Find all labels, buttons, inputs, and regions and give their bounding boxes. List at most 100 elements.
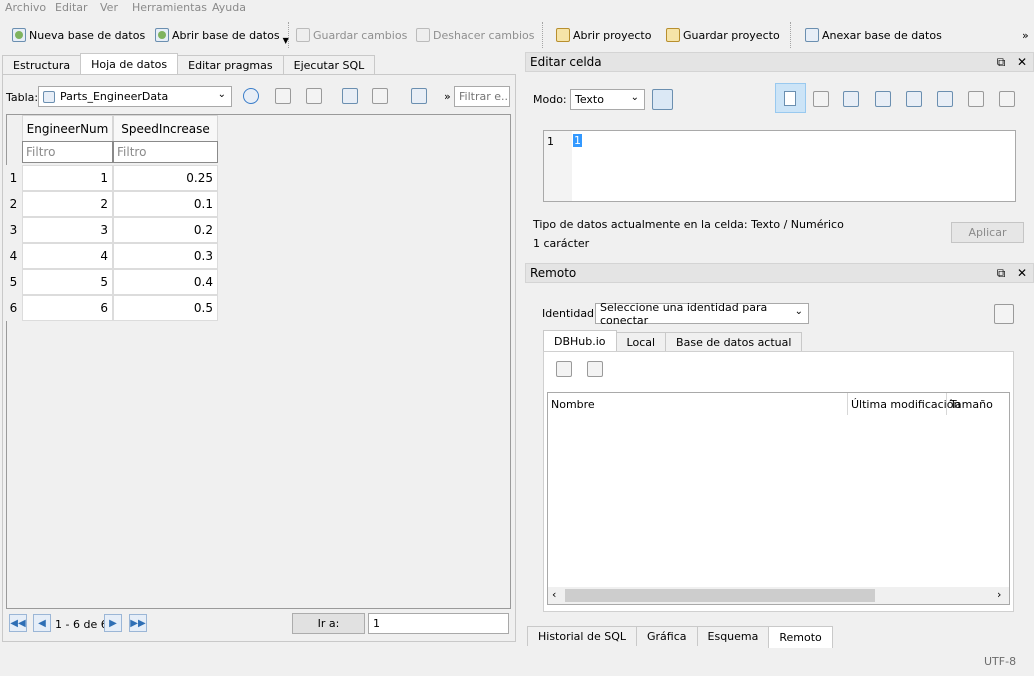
- word-wrap-toggle[interactable]: [775, 83, 806, 113]
- table-label: Tabla:: [6, 91, 39, 104]
- tab-grafica[interactable]: Gráfica: [636, 626, 698, 646]
- table-cell[interactable]: 0.25: [113, 165, 218, 191]
- column-header-engineernum[interactable]: EngineerNum: [22, 115, 113, 142]
- goto-button[interactable]: Ir a:: [292, 613, 365, 634]
- tab-editar-pragmas[interactable]: Editar pragmas: [177, 55, 284, 75]
- set-as-null-icon[interactable]: [968, 91, 984, 107]
- refresh-icon[interactable]: [243, 88, 259, 104]
- table-cell[interactable]: 2: [22, 191, 113, 217]
- close-icon[interactable]: ✕: [1015, 266, 1029, 280]
- clear-sort-icon[interactable]: [306, 88, 322, 104]
- print-icon[interactable]: [999, 91, 1015, 107]
- set-null-icon[interactable]: [906, 91, 922, 107]
- table-cell[interactable]: 5: [22, 269, 113, 295]
- filter-overflow[interactable]: »: [444, 90, 451, 103]
- apply-button[interactable]: Aplicar: [951, 222, 1024, 243]
- undock-icon[interactable]: ⧉: [994, 266, 1008, 280]
- tab-current-database[interactable]: Base de datos actual: [665, 332, 803, 352]
- table-select[interactable]: Parts_EngineerData ⌄: [38, 86, 232, 107]
- menu-ver[interactable]: Ver: [100, 1, 118, 14]
- tab-label: Estructura: [13, 59, 71, 72]
- undo-changes-label: Deshacer cambios: [433, 28, 535, 42]
- row-number[interactable]: 5: [6, 269, 21, 295]
- table-cell[interactable]: 0.3: [113, 243, 218, 269]
- toolbar-overflow-button[interactable]: »: [1022, 26, 1029, 44]
- undo-changes-button[interactable]: Deshacer cambios: [416, 26, 535, 44]
- remote-connect-icon[interactable]: [994, 304, 1014, 324]
- row-number[interactable]: 2: [6, 191, 21, 217]
- chevron-down-icon: ⌄: [794, 306, 803, 317]
- mode-select[interactable]: Texto ⌄: [570, 89, 645, 110]
- column-filter-engineernum[interactable]: Filtro: [22, 141, 113, 163]
- tab-ejecutar-sql[interactable]: Ejecutar SQL: [282, 55, 376, 75]
- save-project-button[interactable]: Guardar proyecto: [666, 26, 780, 44]
- tab-remoto[interactable]: Remoto: [768, 626, 833, 648]
- refresh-icon[interactable]: [556, 361, 572, 377]
- tab-label: Esquema: [707, 630, 759, 643]
- column-header-speedincrease[interactable]: SpeedIncrease: [113, 115, 218, 142]
- row-number[interactable]: 1: [6, 165, 21, 191]
- attach-database-button[interactable]: Anexar base de datos: [805, 26, 942, 44]
- scroll-right-icon[interactable]: ›: [997, 588, 1001, 601]
- column-header-ultima-modificacion[interactable]: Última modificación: [848, 393, 960, 415]
- import-icon[interactable]: [843, 91, 859, 107]
- export-icon[interactable]: [875, 91, 891, 107]
- clear-filters-icon[interactable]: [275, 88, 291, 104]
- column-filter-speedincrease[interactable]: Filtro: [113, 141, 218, 163]
- image-icon[interactable]: [937, 91, 953, 107]
- tab-estructura[interactable]: Estructura: [2, 55, 82, 75]
- clone-database-icon[interactable]: [587, 361, 603, 377]
- tab-historial-sql[interactable]: Historial de SQL: [527, 626, 637, 646]
- close-icon[interactable]: ✕: [1015, 55, 1029, 69]
- next-record-icon[interactable]: ▶: [104, 614, 122, 632]
- cell-content[interactable]: 1: [573, 134, 582, 147]
- save-table-icon[interactable]: [342, 88, 358, 104]
- insert-record-icon[interactable]: [411, 88, 427, 104]
- line-number: 1: [547, 135, 554, 148]
- open-database-button[interactable]: Abrir base de datos ▼: [155, 26, 289, 45]
- edit-cell-title: Editar celda: [530, 55, 602, 69]
- cell-editor[interactable]: 1 1: [543, 130, 1016, 202]
- print-icon[interactable]: [372, 88, 388, 104]
- column-header-label: EngineerNum: [26, 121, 109, 136]
- menu-ayuda[interactable]: Ayuda: [212, 1, 246, 14]
- table-cell[interactable]: 0.2: [113, 217, 218, 243]
- previous-record-icon[interactable]: ◀: [33, 614, 51, 632]
- table-cell[interactable]: 0.5: [113, 295, 218, 321]
- menu-editar[interactable]: Editar: [55, 1, 88, 14]
- table-cell[interactable]: 0.4: [113, 269, 218, 295]
- column-header-label: Tamaño: [950, 397, 993, 411]
- table-cell[interactable]: 4: [22, 243, 113, 269]
- row-number[interactable]: 3: [6, 217, 21, 243]
- row-number[interactable]: 4: [6, 243, 21, 269]
- table-cell[interactable]: 0.1: [113, 191, 218, 217]
- column-header-tamano[interactable]: Tamaño: [947, 393, 1009, 415]
- undock-icon[interactable]: ⧉: [994, 55, 1008, 69]
- table-cell[interactable]: 6: [22, 295, 113, 321]
- open-project-icon: [556, 28, 570, 42]
- last-record-icon[interactable]: ▶▶: [129, 614, 147, 632]
- auto-format-icon[interactable]: [813, 91, 829, 107]
- tab-dbhub[interactable]: DBHub.io: [543, 330, 617, 352]
- global-filter-input[interactable]: [454, 86, 510, 107]
- goto-input[interactable]: 1: [368, 613, 509, 634]
- identity-select[interactable]: Seleccione una identidad para conectar ⌄: [595, 301, 809, 327]
- scrollbar-thumb[interactable]: [565, 589, 875, 602]
- open-project-button[interactable]: Abrir proyecto: [556, 26, 651, 44]
- first-record-icon[interactable]: ◀◀: [9, 614, 27, 632]
- auto-switch-mode-icon[interactable]: [652, 89, 673, 110]
- tab-hoja-de-datos[interactable]: Hoja de datos: [80, 53, 179, 75]
- tab-local[interactable]: Local: [615, 332, 667, 352]
- remote-file-list[interactable]: [547, 392, 1010, 605]
- tab-esquema[interactable]: Esquema: [696, 626, 770, 646]
- scroll-left-icon[interactable]: ‹: [552, 588, 556, 601]
- row-number[interactable]: 6: [6, 295, 21, 321]
- new-database-button[interactable]: Nueva base de datos: [12, 26, 145, 44]
- column-header-nombre[interactable]: Nombre: [548, 393, 848, 415]
- table-cell[interactable]: 3: [22, 217, 113, 243]
- menu-herramientas[interactable]: Herramientas: [132, 1, 207, 14]
- save-changes-button[interactable]: Guardar cambios: [296, 26, 407, 44]
- menu-archivo[interactable]: Archivo: [5, 1, 46, 14]
- horizontal-scrollbar[interactable]: ‹ ›: [548, 587, 1009, 604]
- table-cell[interactable]: 1: [22, 165, 113, 191]
